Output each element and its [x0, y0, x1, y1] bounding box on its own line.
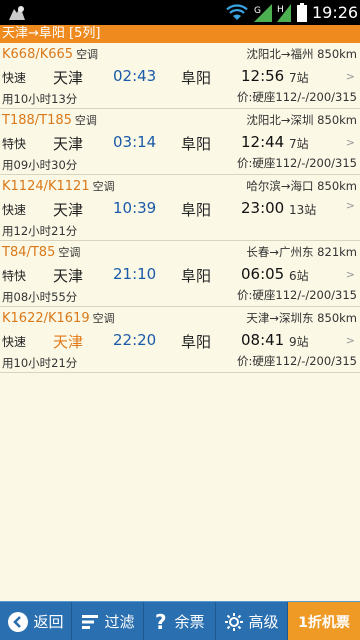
- departure-station: 天津: [53, 333, 84, 351]
- train-row[interactable]: K668/K665 空调 沈阳北→福州 850km 快速 天津 02:43 阜阳 …: [0, 43, 360, 109]
- train-number: K668/K665 空调: [2, 47, 99, 62]
- svg-text:H: H: [277, 5, 284, 15]
- stop-count: 9站: [289, 335, 309, 349]
- arrival-station: 阜阳: [181, 201, 212, 219]
- train-type: 特快: [2, 269, 27, 283]
- bottom-toolbar: 返回 过滤 ? 余票 高级 1折机票: [0, 601, 360, 640]
- chevron-right-icon: >: [345, 334, 355, 347]
- train-type: 特快: [2, 137, 27, 151]
- train-endpoints: 天津→深圳东 850km: [246, 311, 357, 325]
- train-type: 快速: [2, 71, 27, 85]
- departure-time: 10:39: [113, 199, 157, 217]
- discount-flight-button[interactable]: 1折机票: [288, 602, 360, 640]
- advanced-button-label: 高级: [248, 613, 279, 631]
- question-mark-icon: ?: [155, 611, 167, 633]
- route-title: 天津→阜阳 [5列]: [0, 25, 360, 43]
- discount-flight-label: 1折机票: [298, 614, 350, 631]
- travel-duration: 用10小时21分: [2, 356, 78, 370]
- stop-count: 7站: [289, 71, 309, 85]
- signal-h-icon: H: [277, 4, 291, 22]
- air-conditioning-label: 空调: [74, 114, 97, 127]
- departure-station: 天津: [53, 201, 84, 219]
- train-number: K1622/K1619 空调: [2, 311, 115, 326]
- sun-icon: [225, 612, 244, 631]
- arrival-station: 阜阳: [181, 135, 212, 153]
- ticket-price: 价:硬座112/-/200/315: [237, 90, 357, 104]
- remaining-tickets-button[interactable]: ? 余票: [144, 602, 216, 640]
- ticket-price: 价:硬座112/-/200/315: [237, 354, 357, 368]
- app-notification-icon: [9, 6, 25, 20]
- battery-icon: [297, 3, 307, 22]
- arrival-time: 08:41: [241, 331, 285, 349]
- filter-icon: [82, 614, 99, 629]
- train-list: K668/K665 空调 沈阳北→福州 850km 快速 天津 02:43 阜阳 …: [0, 43, 360, 373]
- chevron-right-icon: >: [345, 136, 355, 149]
- departure-time: 22:20: [113, 331, 157, 349]
- departure-station: 天津: [53, 135, 84, 153]
- filter-button-label: 过滤: [104, 613, 135, 631]
- advanced-button[interactable]: 高级: [216, 602, 288, 640]
- signal-g-icon: G: [254, 4, 272, 22]
- air-conditioning-label: 空调: [92, 312, 115, 325]
- remaining-tickets-label: 余票: [174, 613, 205, 631]
- status-bar: G H 19:26: [0, 0, 360, 25]
- stop-count: 13站: [289, 203, 317, 217]
- chevron-right-icon: >: [345, 70, 355, 83]
- train-number: T188/T185 空调: [2, 113, 97, 128]
- arrival-station: 阜阳: [181, 333, 212, 351]
- status-clock: 19:26: [312, 3, 359, 22]
- svg-text:G: G: [254, 6, 261, 16]
- train-endpoints: 沈阳北→福州 850km: [246, 47, 357, 61]
- train-endpoints: 哈尔滨→海口 850km: [246, 179, 357, 193]
- travel-duration: 用09小时30分: [2, 158, 78, 172]
- departure-time: 02:43: [113, 67, 157, 85]
- stop-count: 6站: [289, 269, 309, 283]
- arrival-time: 12:44: [241, 133, 285, 151]
- ticket-price: 价:硬座112/-/200/315: [237, 156, 357, 170]
- train-type: 快速: [2, 203, 27, 217]
- travel-duration: 用08小时55分: [2, 290, 78, 304]
- air-conditioning-label: 空调: [92, 180, 115, 193]
- travel-duration: 用10小时13分: [2, 92, 78, 106]
- arrival-station: 阜阳: [181, 69, 212, 87]
- back-button-label: 返回: [33, 613, 64, 631]
- train-row[interactable]: K1622/K1619 空调 天津→深圳东 850km 快速 天津 22:20 阜…: [0, 307, 360, 373]
- air-conditioning-label: 空调: [58, 246, 81, 259]
- departure-station: 天津: [53, 267, 84, 285]
- air-conditioning-label: 空调: [76, 48, 99, 61]
- train-row[interactable]: T84/T85 空调 长春→广州东 821km 特快 天津 21:10 阜阳 06…: [0, 241, 360, 307]
- train-row[interactable]: K1124/K1121 空调 哈尔滨→海口 850km 快速 天津 10:39 阜…: [0, 175, 360, 241]
- train-number: K1124/K1121 空调: [2, 179, 115, 194]
- chevron-right-icon: >: [345, 199, 355, 212]
- svg-text:?: ?: [155, 611, 167, 633]
- train-endpoints: 长春→广州东 821km: [246, 245, 357, 259]
- back-button[interactable]: 返回: [0, 602, 72, 640]
- train-type: 快速: [2, 335, 27, 349]
- train-row[interactable]: T188/T185 空调 沈阳北→深圳 850km 特快 天津 03:14 阜阳 …: [0, 109, 360, 175]
- filter-button[interactable]: 过滤: [72, 602, 144, 640]
- arrival-time: 06:05: [241, 265, 285, 283]
- arrival-station: 阜阳: [181, 267, 212, 285]
- arrival-time: 12:56: [241, 67, 285, 85]
- travel-duration: 用12小时21分: [2, 224, 78, 238]
- departure-time: 21:10: [113, 265, 157, 283]
- departure-station: 天津: [53, 69, 84, 87]
- chevron-right-icon: >: [345, 268, 355, 281]
- back-arrow-icon: [8, 611, 29, 632]
- wifi-icon: [226, 4, 248, 20]
- stop-count: 7站: [289, 137, 309, 151]
- departure-time: 03:14: [113, 133, 157, 151]
- train-number: T84/T85 空调: [2, 245, 81, 260]
- arrival-time: 23:00: [241, 199, 285, 217]
- ticket-price: 价:硬座112/-/200/315: [237, 288, 357, 302]
- train-endpoints: 沈阳北→深圳 850km: [246, 113, 357, 127]
